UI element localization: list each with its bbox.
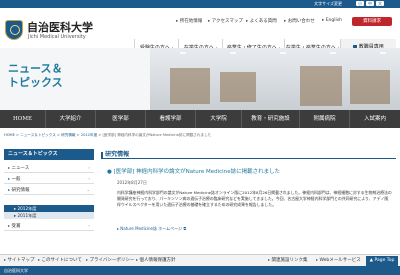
footer-link-privacy[interactable]: ▸ プライバシーポリシー [86,257,134,263]
library-photo [150,48,400,110]
copyright-bar: 自治医科大学 [0,266,400,275]
sidebar-item-research[interactable]: ▸ 研究情報 ⌄ [4,184,94,195]
breadcrumb-current: [医学部] 神経内科学の論文がNature Medicine誌に掲載されました [102,133,212,137]
banner-title: ニュース＆ トピックス [8,62,63,89]
util-link-english[interactable]: ▸ English [322,18,342,23]
font-size-label: 文字サイズ変更 [314,1,342,6]
breadcrumb-home[interactable]: HOME [4,133,15,137]
triangle-icon: ▸ [208,19,211,24]
subnav-nursing[interactable]: 看護学部 [146,110,196,128]
breadcrumb-research[interactable]: 研究情報 [61,133,75,137]
sidebar-title[interactable]: ニュース＆トピックス [4,149,94,160]
footer-link-personal-info[interactable]: ▸ 個人情報保護方針 [136,257,175,263]
breadcrumb-news[interactable]: ニュース＆トピックス [20,133,56,137]
site-header: 自治医科大学 Jichi Medical University ▸ 所在地情報 … [0,8,400,56]
triangle-icon: ▸ [284,19,287,24]
triangle-icon: ▸ [8,165,11,170]
arrow-up-icon: ▲ [369,258,374,263]
util-link-faq[interactable]: ▸ よくある質問 [246,18,277,24]
subnav-home[interactable]: HOME [0,110,46,128]
page-top-button[interactable]: ▲ Page Top [366,256,398,266]
triangle-icon: ▸ [136,257,139,262]
section-marker-icon [101,151,103,158]
global-nav: HOME 大学紹介 医学部 看護学部 大学院 教育・研究施設 附属病院 入試案内 [0,110,400,128]
font-size-small-button[interactable]: 小 [356,1,364,6]
footer-link-webmail[interactable]: ▸ Webメールサービス [316,257,361,263]
font-size-large-button[interactable]: 大 [376,1,384,6]
triangle-icon: ▸ [246,19,249,24]
article-links: ▸ Nature Medicine誌 ホームページ ⧉ [117,226,186,232]
university-name[interactable]: 自治医科大学 [27,19,93,35]
sidebar-item-awards[interactable]: ▸ 受賞 › [4,220,94,231]
top-utility-bar: 文字サイズ変更 小 中 大 [0,0,400,8]
breadcrumb: HOME > ニュース＆トピックス > 研究情報 > 2012年度 > [医学部… [4,133,212,137]
font-size-medium-button[interactable]: 中 [366,1,374,6]
university-logo[interactable] [5,20,23,40]
triangle-icon: ▸ [316,257,319,262]
triangle-icon: ▸ [117,226,120,231]
section-divider [101,158,396,159]
subnav-about[interactable]: 大学紹介 [46,110,96,128]
sidebar-item-news[interactable]: ▸ ニュース › [4,162,94,173]
footer-link-about-site[interactable]: ▸ このサイトについて [38,257,82,263]
article-date: 2012年8月27日 [117,180,147,185]
triangle-icon: ▸ [322,18,325,23]
article-title: ● [医学部] 神経内科学の論文がNature Medicine誌に掲載されまし… [107,169,281,175]
footer-link-sitemap[interactable]: ▸ サイトマップ [4,257,34,263]
circle-bullet-icon: ● [107,169,112,175]
footer-links-bar: ▸ サイトマップ ▸ このサイトについて ▸ プライバシーポリシー ▸ 個人情報… [0,254,400,266]
triangle-icon: ▸ [14,206,17,211]
external-link-icon: ⧉ [183,226,187,231]
subnav-graduate[interactable]: 大学院 [196,110,242,128]
subnav-medicine[interactable]: 医学部 [96,110,146,128]
page-banner: ニュース＆ トピックス [0,48,400,110]
sidebar-item-general[interactable]: ▸ 一般 › [4,173,94,184]
university-name-en: Jichi Medical University [28,34,86,40]
subnav-hospital[interactable]: 附属病院 [300,110,350,128]
util-link-contact[interactable]: ▸ お問い合わせ [284,18,315,24]
article-body: 内科学講座神経内科学部門の論文がNature Medicine誌オンライン版に2… [117,190,392,207]
breadcrumb-year[interactable]: 2012年度 [81,133,97,137]
request-materials-button[interactable]: 資料請求 [352,17,392,26]
section-title: 研究情報 [101,149,129,158]
chevron-down-icon: ⌄ [86,187,90,192]
util-link-access[interactable]: ▸ アクセスマップ [208,18,243,24]
footer-link-related[interactable]: ▸ 関連施設リンク集 [268,257,307,263]
triangle-icon: ▸ [176,19,179,24]
util-link-location[interactable]: ▸ 所在地情報 [176,18,202,24]
link-homepage[interactable]: ホームページ [158,226,182,231]
triangle-icon: ▸ [8,176,11,181]
subnav-facilities[interactable]: 教育・研究施設 [242,110,300,128]
triangle-icon: ▸ [14,213,17,218]
chevron-right-icon: › [88,165,90,170]
triangle-icon: ▸ [86,257,89,262]
triangle-icon: ▸ [8,187,11,192]
chevron-right-icon: › [88,223,90,228]
triangle-icon: ▸ [4,257,7,262]
triangle-icon: ▸ [268,257,271,262]
triangle-icon: ▸ [38,257,41,262]
subnav-admissions[interactable]: 入試案内 [350,110,400,128]
triangle-icon: ▸ [8,223,11,228]
sidebar-subitem-2011[interactable]: ▸ 2011年度 [4,212,94,219]
chevron-right-icon: › [88,176,90,181]
link-nature-medicine[interactable]: Nature Medicine誌 [120,226,157,231]
sidebar-subitem-2012[interactable]: ▸ 2012年度 [4,205,94,212]
